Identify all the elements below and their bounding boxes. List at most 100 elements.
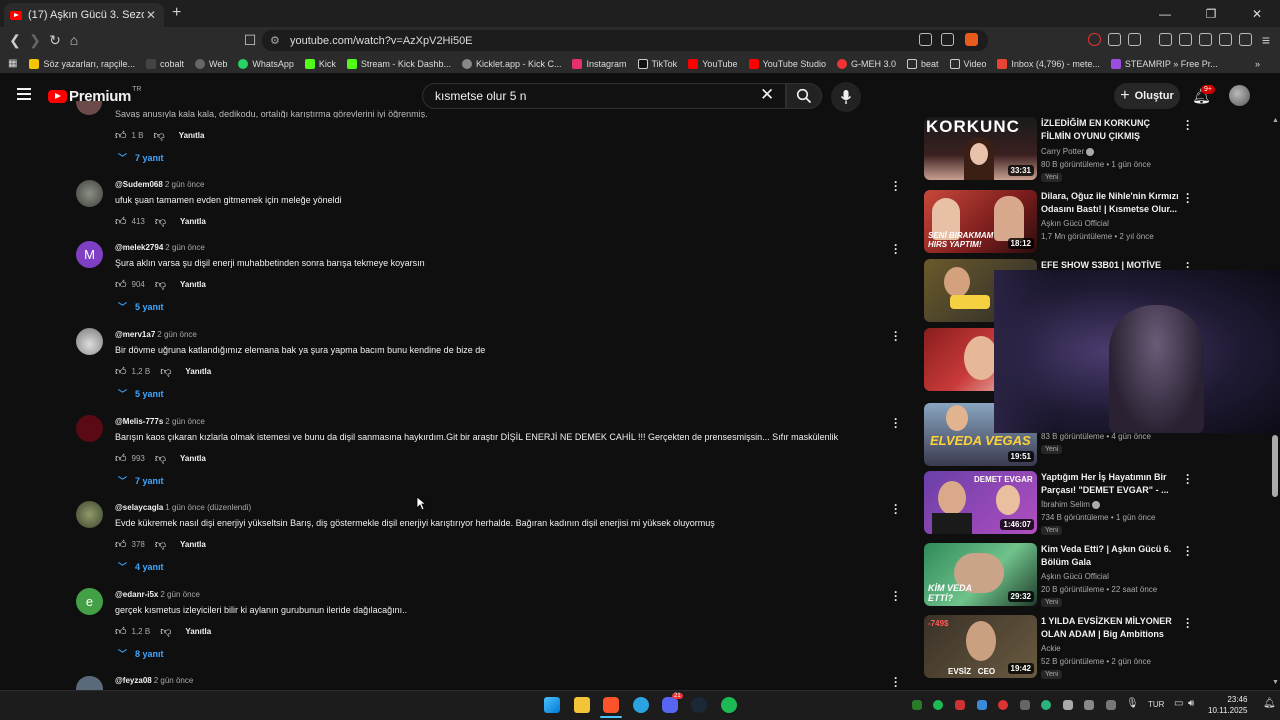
- account-avatar[interactable]: [1229, 85, 1250, 106]
- comment-author[interactable]: @Sudem068: [115, 180, 163, 189]
- bookmark-item[interactable]: WhatsApp: [238, 58, 294, 69]
- view-replies-button[interactable]: ﹀ 5 yanıt: [118, 387, 164, 400]
- bookmark-item[interactable]: Söz yazarları, rapçile...: [29, 58, 135, 69]
- tray-app-icon[interactable]: [1041, 700, 1051, 710]
- system-clock[interactable]: 23:46 10.11.2025: [1208, 694, 1247, 716]
- url-field[interactable]: ⚙ youtube.com/watch?v=AzXpV2Hi50E: [262, 30, 988, 51]
- bookmark-item[interactable]: G-MEH 3.0: [836, 58, 896, 69]
- comment-menu-icon[interactable]: · · ·: [894, 413, 898, 433]
- comment-menu-icon[interactable]: · · ·: [894, 239, 898, 259]
- reply-button[interactable]: Yanıtla: [180, 217, 206, 226]
- file-explorer-icon[interactable]: [574, 697, 590, 713]
- vpn-icon[interactable]: [1239, 33, 1252, 46]
- dislike-icon[interactable]: 👎︎: [155, 538, 166, 551]
- comment-date[interactable]: 2 gün önce: [165, 243, 205, 252]
- notification-center-icon[interactable]: 🔔︎: [1263, 698, 1276, 709]
- like-icon[interactable]: 👍︎: [115, 129, 127, 142]
- view-replies-button[interactable]: ﹀ 8 yanıt: [118, 647, 164, 660]
- record-icon[interactable]: [1088, 33, 1101, 46]
- apps-icon[interactable]: ▦: [8, 58, 17, 69]
- back-icon[interactable]: ❮: [7, 32, 23, 49]
- tray-spotify-icon[interactable]: [933, 700, 943, 710]
- tray-app-icon[interactable]: [912, 700, 922, 710]
- tray-app-icon[interactable]: [998, 700, 1008, 710]
- start-icon[interactable]: [544, 697, 560, 713]
- extension-2-icon[interactable]: [1128, 33, 1141, 46]
- like-icon[interactable]: 👍︎: [115, 625, 127, 638]
- video-thumbnail[interactable]: KİM VEDA ETTİ? 29:32: [924, 543, 1037, 606]
- search-button[interactable]: [786, 83, 822, 109]
- comment-date[interactable]: 2 gün önce: [165, 417, 205, 426]
- bookmark-item[interactable]: Inbox (4,796) - mete...: [997, 58, 1100, 69]
- create-button[interactable]: + Oluştur: [1114, 83, 1180, 109]
- video-thumbnail[interactable]: DEMET EVGAR 1:46:07: [924, 471, 1037, 534]
- site-info-icon[interactable]: ⚙: [270, 34, 280, 47]
- tray-app-icon[interactable]: [1020, 700, 1030, 710]
- reload-icon[interactable]: ↻: [47, 32, 63, 49]
- music-icon[interactable]: [1159, 33, 1172, 46]
- avatar[interactable]: M: [76, 241, 103, 268]
- reply-button[interactable]: Yanıtla: [180, 540, 206, 549]
- voice-search-button[interactable]: [831, 82, 861, 112]
- bookmark-folder[interactable]: beat: [906, 58, 939, 69]
- wallet-icon[interactable]: [1199, 33, 1212, 46]
- network-icon[interactable]: ▭: [1174, 698, 1183, 709]
- reply-button[interactable]: Yanıtla: [185, 367, 211, 376]
- bookmark-folder[interactable]: Video: [949, 58, 986, 69]
- bookmark-item[interactable]: Web: [195, 58, 227, 69]
- comment-menu-icon[interactable]: · · ·: [894, 586, 898, 606]
- comment-menu-icon[interactable]: · · ·: [894, 326, 898, 346]
- comment-date[interactable]: 2 gün önce: [160, 590, 200, 599]
- tray-app-icon[interactable]: [955, 700, 965, 710]
- video-card[interactable]: KİM VEDA ETTİ? 29:32 Kim Veda Etti? | Aş…: [924, 541, 1214, 611]
- video-thumbnail[interactable]: KORKUNC 33:31: [924, 117, 1037, 180]
- video-menu-icon[interactable]: ···: [1186, 188, 1190, 208]
- bookmark-item[interactable]: Instagram: [572, 58, 627, 69]
- video-thumbnail[interactable]: -749$ EVSİZ CEO 19:42: [924, 615, 1037, 678]
- avatar[interactable]: [76, 180, 103, 207]
- minimize-icon[interactable]: —: [1142, 0, 1188, 27]
- dislike-icon[interactable]: 👎︎: [155, 278, 166, 291]
- extension-icon[interactable]: [1108, 33, 1121, 46]
- bookmark-item[interactable]: YouTube Studio: [748, 58, 826, 69]
- menu-icon[interactable]: ≡: [1258, 32, 1274, 48]
- reply-button[interactable]: Yanıtla: [179, 131, 205, 140]
- video-menu-icon[interactable]: ···: [1186, 541, 1190, 561]
- page-scrollbar[interactable]: ▲ ▼: [1270, 117, 1280, 690]
- comment-date[interactable]: 2 gün önce: [154, 676, 194, 685]
- bookmark-item[interactable]: Stream - Kick Dashb...: [346, 58, 451, 69]
- video-card[interactable]: -749$ EVSİZ CEO 19:42 1 YILDA EVSİZKEN M…: [924, 613, 1214, 683]
- close-window-icon[interactable]: ✕: [1234, 0, 1280, 27]
- dislike-icon[interactable]: 👎︎: [154, 129, 165, 142]
- spotify-icon[interactable]: [721, 697, 737, 713]
- video-card[interactable]: SENİ BIRAKMAM HIRS YAPTIM! 18:12 Dilara,…: [924, 188, 1214, 258]
- brave-browser-icon[interactable]: [603, 697, 619, 713]
- avatar[interactable]: e: [76, 588, 103, 615]
- reply-button[interactable]: Yanıtla: [180, 454, 206, 463]
- avatar[interactable]: [76, 415, 103, 442]
- bookmark-item[interactable]: Kick: [304, 58, 336, 69]
- sidebar-icon[interactable]: [1179, 33, 1192, 46]
- avatar[interactable]: [76, 501, 103, 528]
- tray-app-icon[interactable]: [1084, 700, 1094, 710]
- close-tab-icon[interactable]: ✕: [144, 8, 158, 22]
- share-icon[interactable]: [941, 33, 954, 46]
- forward-icon[interactable]: ❯: [27, 32, 43, 49]
- view-replies-button[interactable]: ﹀ 5 yanıt: [118, 300, 164, 313]
- view-replies-button[interactable]: ﹀ 7 yanıt: [118, 151, 164, 164]
- new-tab-icon[interactable]: +: [172, 4, 181, 22]
- tray-app-icon[interactable]: [1106, 700, 1116, 710]
- tray-app-icon[interactable]: [977, 700, 987, 710]
- brave-shield-icon[interactable]: [965, 33, 978, 46]
- leo-icon[interactable]: [1219, 33, 1232, 46]
- like-icon[interactable]: 👍︎: [115, 278, 127, 291]
- video-thumbnail[interactable]: SENİ BIRAKMAM HIRS YAPTIM! 18:12: [924, 190, 1037, 253]
- microphone-tray-icon[interactable]: 🎙︎: [1126, 698, 1139, 709]
- more-bookmarks-icon[interactable]: »: [1255, 59, 1260, 69]
- cast-icon[interactable]: [919, 33, 932, 46]
- bookmark-item[interactable]: TikTok: [637, 58, 677, 69]
- clear-search-icon[interactable]: ✕: [760, 85, 774, 105]
- dislike-icon[interactable]: 👎︎: [155, 452, 166, 465]
- avatar[interactable]: [76, 328, 103, 355]
- comment-menu-icon[interactable]: · · ·: [894, 672, 898, 692]
